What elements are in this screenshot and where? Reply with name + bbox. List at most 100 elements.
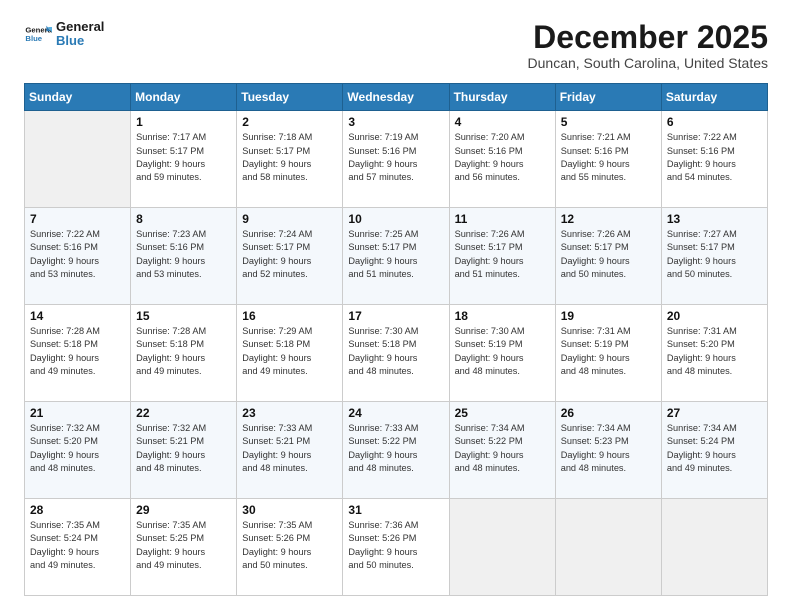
calendar-cell: 26Sunrise: 7:34 AM Sunset: 5:23 PM Dayli…: [555, 402, 661, 499]
header: General Blue General Blue December 2025 …: [24, 20, 768, 71]
day-info: Sunrise: 7:35 AM Sunset: 5:24 PM Dayligh…: [30, 519, 125, 572]
day-info: Sunrise: 7:34 AM Sunset: 5:22 PM Dayligh…: [455, 422, 550, 475]
calendar-cell: 27Sunrise: 7:34 AM Sunset: 5:24 PM Dayli…: [661, 402, 767, 499]
day-info: Sunrise: 7:26 AM Sunset: 5:17 PM Dayligh…: [561, 228, 656, 281]
calendar-cell: 14 Sunrise: 7:28 AM Sunset: 5:18 PM Dayli…: [25, 305, 131, 402]
day-number: 13: [667, 212, 762, 226]
day-info: Sunrise: 7:32 AM Sunset: 5:20 PM Dayligh…: [30, 422, 125, 475]
day-info: Sunrise: 7:22 AM Sunset: 5:16 PM Dayligh…: [667, 131, 762, 184]
weekday-wednesday: Wednesday: [343, 84, 449, 111]
calendar-cell: 8 Sunrise: 7:23 AM Sunset: 5:16 PM Daylig…: [131, 208, 237, 305]
calendar-cell: 29 Sunrise: 7:35 AM Sunset: 5:25 PM Dayli…: [131, 499, 237, 596]
calendar-cell: [661, 499, 767, 596]
day-number: 31: [348, 503, 443, 517]
weekday-friday: Friday: [555, 84, 661, 111]
day-number: 1: [136, 115, 231, 129]
calendar-cell: [555, 499, 661, 596]
calendar-week-row: 7 Sunrise: 7:22 AM Sunset: 5:16 PM Daylig…: [25, 208, 768, 305]
day-number: 2: [242, 115, 337, 129]
calendar-cell: 20Sunrise: 7:31 AM Sunset: 5:20 PM Dayli…: [661, 305, 767, 402]
day-number: 23: [242, 406, 337, 420]
day-info: Sunrise: 7:30 AM Sunset: 5:18 PM Dayligh…: [348, 325, 443, 378]
day-number: 10: [348, 212, 443, 226]
day-number: 7: [30, 212, 125, 226]
weekday-header-row: SundayMondayTuesdayWednesdayThursdayFrid…: [25, 84, 768, 111]
calendar-cell: 9Sunrise: 7:24 AM Sunset: 5:17 PM Daylig…: [237, 208, 343, 305]
calendar-cell: 13 Sunrise: 7:27 AM Sunset: 5:17 PM Dayli…: [661, 208, 767, 305]
calendar-week-row: 1 Sunrise: 7:17 AM Sunset: 5:17 PM Daylig…: [25, 111, 768, 208]
calendar-cell: 19 Sunrise: 7:31 AM Sunset: 5:19 PM Dayli…: [555, 305, 661, 402]
day-info: Sunrise: 7:29 AM Sunset: 5:18 PM Dayligh…: [242, 325, 337, 378]
day-info: Sunrise: 7:28 AM Sunset: 5:18 PM Dayligh…: [30, 325, 125, 378]
day-info: Sunrise: 7:31 AM Sunset: 5:20 PM Dayligh…: [667, 325, 762, 378]
day-info: Sunrise: 7:24 AM Sunset: 5:17 PM Dayligh…: [242, 228, 337, 281]
calendar-cell: 22Sunrise: 7:32 AM Sunset: 5:21 PM Dayli…: [131, 402, 237, 499]
logo-blue: Blue: [56, 34, 104, 48]
day-info: Sunrise: 7:28 AM Sunset: 5:18 PM Dayligh…: [136, 325, 231, 378]
day-info: Sunrise: 7:25 AM Sunset: 5:17 PM Dayligh…: [348, 228, 443, 281]
weekday-saturday: Saturday: [661, 84, 767, 111]
page: General Blue General Blue December 2025 …: [0, 0, 792, 612]
day-info: Sunrise: 7:23 AM Sunset: 5:16 PM Dayligh…: [136, 228, 231, 281]
calendar-cell: 5Sunrise: 7:21 AM Sunset: 5:16 PM Daylig…: [555, 111, 661, 208]
calendar-cell: 12Sunrise: 7:26 AM Sunset: 5:17 PM Dayli…: [555, 208, 661, 305]
day-number: 15: [136, 309, 231, 323]
logo-icon: General Blue: [24, 20, 52, 48]
calendar-cell: 17Sunrise: 7:30 AM Sunset: 5:18 PM Dayli…: [343, 305, 449, 402]
day-info: Sunrise: 7:34 AM Sunset: 5:24 PM Dayligh…: [667, 422, 762, 475]
day-number: 30: [242, 503, 337, 517]
calendar-cell: [449, 499, 555, 596]
day-info: Sunrise: 7:35 AM Sunset: 5:25 PM Dayligh…: [136, 519, 231, 572]
logo: General Blue General Blue: [24, 20, 104, 49]
location: Duncan, South Carolina, United States: [528, 55, 768, 71]
day-number: 25: [455, 406, 550, 420]
month-title: December 2025: [528, 20, 768, 55]
day-number: 19: [561, 309, 656, 323]
weekday-monday: Monday: [131, 84, 237, 111]
day-number: 18: [455, 309, 550, 323]
day-number: 3: [348, 115, 443, 129]
calendar-cell: 28Sunrise: 7:35 AM Sunset: 5:24 PM Dayli…: [25, 499, 131, 596]
calendar-week-row: 14 Sunrise: 7:28 AM Sunset: 5:18 PM Dayli…: [25, 305, 768, 402]
day-number: 21: [30, 406, 125, 420]
calendar-cell: 1 Sunrise: 7:17 AM Sunset: 5:17 PM Daylig…: [131, 111, 237, 208]
weekday-tuesday: Tuesday: [237, 84, 343, 111]
logo-general: General: [56, 20, 104, 34]
day-info: Sunrise: 7:19 AM Sunset: 5:16 PM Dayligh…: [348, 131, 443, 184]
day-info: Sunrise: 7:27 AM Sunset: 5:17 PM Dayligh…: [667, 228, 762, 281]
calendar-cell: 3 Sunrise: 7:19 AM Sunset: 5:16 PM Daylig…: [343, 111, 449, 208]
day-number: 11: [455, 212, 550, 226]
day-number: 16: [242, 309, 337, 323]
calendar-cell: 7 Sunrise: 7:22 AM Sunset: 5:16 PM Daylig…: [25, 208, 131, 305]
day-info: Sunrise: 7:32 AM Sunset: 5:21 PM Dayligh…: [136, 422, 231, 475]
day-info: Sunrise: 7:22 AM Sunset: 5:16 PM Dayligh…: [30, 228, 125, 281]
day-info: Sunrise: 7:17 AM Sunset: 5:17 PM Dayligh…: [136, 131, 231, 184]
calendar-cell: 16 Sunrise: 7:29 AM Sunset: 5:18 PM Dayli…: [237, 305, 343, 402]
day-number: 24: [348, 406, 443, 420]
day-info: Sunrise: 7:30 AM Sunset: 5:19 PM Dayligh…: [455, 325, 550, 378]
day-number: 8: [136, 212, 231, 226]
calendar-cell: 15 Sunrise: 7:28 AM Sunset: 5:18 PM Dayli…: [131, 305, 237, 402]
day-info: Sunrise: 7:18 AM Sunset: 5:17 PM Dayligh…: [242, 131, 337, 184]
calendar-cell: 2 Sunrise: 7:18 AM Sunset: 5:17 PM Daylig…: [237, 111, 343, 208]
day-info: Sunrise: 7:35 AM Sunset: 5:26 PM Dayligh…: [242, 519, 337, 572]
calendar-table: SundayMondayTuesdayWednesdayThursdayFrid…: [24, 83, 768, 596]
title-block: December 2025 Duncan, South Carolina, Un…: [528, 20, 768, 71]
day-info: Sunrise: 7:33 AM Sunset: 5:21 PM Dayligh…: [242, 422, 337, 475]
calendar-cell: 4Sunrise: 7:20 AM Sunset: 5:16 PM Daylig…: [449, 111, 555, 208]
day-number: 14: [30, 309, 125, 323]
day-info: Sunrise: 7:21 AM Sunset: 5:16 PM Dayligh…: [561, 131, 656, 184]
calendar-cell: 23 Sunrise: 7:33 AM Sunset: 5:21 PM Dayli…: [237, 402, 343, 499]
calendar-cell: 25 Sunrise: 7:34 AM Sunset: 5:22 PM Dayli…: [449, 402, 555, 499]
calendar-cell: 6Sunrise: 7:22 AM Sunset: 5:16 PM Daylig…: [661, 111, 767, 208]
day-number: 26: [561, 406, 656, 420]
day-info: Sunrise: 7:36 AM Sunset: 5:26 PM Dayligh…: [348, 519, 443, 572]
calendar-week-row: 21 Sunrise: 7:32 AM Sunset: 5:20 PM Dayli…: [25, 402, 768, 499]
svg-text:Blue: Blue: [25, 34, 42, 43]
day-number: 29: [136, 503, 231, 517]
day-info: Sunrise: 7:33 AM Sunset: 5:22 PM Dayligh…: [348, 422, 443, 475]
calendar-cell: 30 Sunrise: 7:35 AM Sunset: 5:26 PM Dayli…: [237, 499, 343, 596]
calendar-cell: 11Sunrise: 7:26 AM Sunset: 5:17 PM Dayli…: [449, 208, 555, 305]
day-number: 4: [455, 115, 550, 129]
day-info: Sunrise: 7:31 AM Sunset: 5:19 PM Dayligh…: [561, 325, 656, 378]
